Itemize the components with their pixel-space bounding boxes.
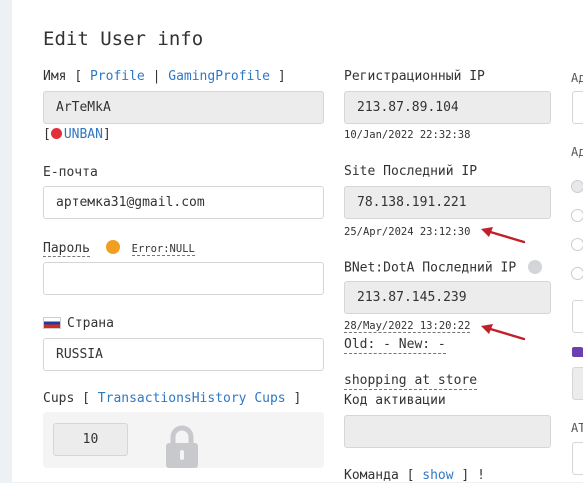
right-column-field-2[interactable] [572,300,583,333]
unban-link[interactable]: UNBAN [64,127,103,142]
password-error-text: Error:NULL [131,242,195,256]
right-column-field-4[interactable] [572,442,583,475]
purple-badge-icon [572,347,583,357]
right-column-label-3: АТ [571,421,583,435]
bnet-ip-field[interactable]: 213.87.145.239 [344,281,551,314]
name-field[interactable]: ArTeMkA [43,91,324,124]
right-column-field-1[interactable] [572,91,583,124]
bnet-ip-label-row: BNet:DotA Последний IP [344,260,543,276]
transactions-history-link[interactable]: TransactionsHistory Cups [98,391,286,406]
country-label: Страна [67,316,114,331]
right-radio-3[interactable] [571,238,583,251]
team-label: Команда [344,468,399,483]
gaming-profile-link[interactable]: GamingProfile [168,69,270,84]
right-column-label-1: Ад [571,71,583,85]
name-label: Имя [43,69,67,84]
red-arrow-icon [481,227,526,244]
right-radio-1[interactable] [571,180,583,193]
profile-link[interactable]: Profile [90,69,145,84]
bracket-open: [ [74,69,83,84]
bnet-ip-label: BNet:DotA Последний IP [344,260,517,276]
cups-label-row: Cups [ TransactionsHistory Cups ] [43,391,301,406]
team-bracket-close: ] [461,468,470,483]
site-last-ip-date: 25/Apr/2024 23:12:30 [344,226,471,238]
name-label-row: Имя [ Profile | GamingProfile ] [43,69,286,84]
bracket-close: ] [277,69,286,84]
right-column-label-2: Ад [571,145,583,159]
registration-ip-field[interactable]: 213.87.89.104 [344,91,551,124]
bnet-ip-date: 28/May/2022 13:20:22 [344,320,471,333]
password-label[interactable]: Пароль [43,240,90,257]
cups-label: Cups [43,391,75,406]
status-dot-icon [528,260,543,274]
unban-row: [ UNBAN] [43,127,111,142]
country-field[interactable]: RUSSIA [43,338,324,371]
email-label: E-почта [43,165,98,180]
unban-status-icon [50,128,62,139]
team-label-row: Команда [ show ] ! [344,468,485,483]
right-column-field-3[interactable] [572,367,583,400]
shopping-link[interactable]: shopping at store [344,373,478,390]
registration-date: 10/Jan/2022 22:32:38 [344,129,471,141]
country-label-row: Страна [43,316,114,331]
site-last-ip-field[interactable]: 78.138.191.221 [344,186,551,219]
cups-bracket-close: ] [293,391,302,406]
page-title: Edit User info [43,28,204,50]
lock-icon [166,425,198,468]
right-radio-4[interactable] [571,267,583,280]
red-arrow-icon [481,324,526,341]
team-bracket-open: [ [406,468,415,483]
cups-bracket-open: [ [82,391,90,406]
separator: | [152,69,161,84]
unban-bracket-close: ] [102,127,111,142]
site-last-ip-label: Site Последний IP [344,164,478,179]
password-field[interactable] [43,262,324,295]
activation-code-field[interactable] [344,415,551,448]
password-label-row: Пароль Error:NULL [43,240,195,257]
cups-field[interactable]: 10 [53,423,128,456]
team-suffix: ! [477,468,485,483]
old-new-text: Old: - New: - [344,337,446,354]
email-field[interactable]: артемка31@gmail.com [43,186,324,219]
unban-bracket-open: [ [43,127,51,142]
right-radio-2[interactable] [571,209,583,222]
russia-flag-icon [43,316,61,329]
warning-dot-icon [105,240,120,254]
team-show-link[interactable]: show [422,468,453,483]
registration-ip-label: Регистрационный IP [344,69,485,84]
activation-code-label: Код активации [344,393,446,408]
